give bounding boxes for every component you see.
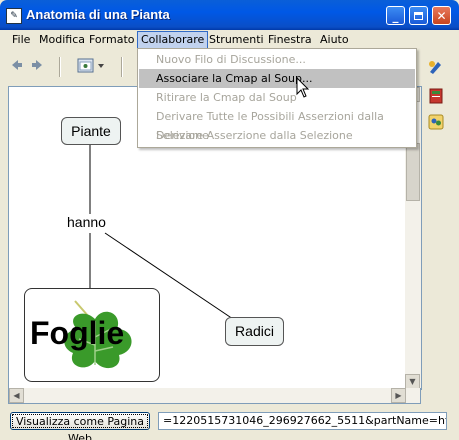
edit-tools-icon[interactable] bbox=[428, 59, 444, 75]
minimize-button[interactable]: _ bbox=[386, 6, 405, 25]
application-window: ✎ Anatomia di una Pianta _ ✕ File Modifi… bbox=[0, 0, 459, 440]
menu-item-derivare-tutte[interactable]: Derivare Tutte le Possibili Asserzioni d… bbox=[139, 107, 415, 142]
collaborators-icon[interactable] bbox=[428, 114, 444, 130]
back-arrow-icon[interactable] bbox=[9, 58, 23, 76]
book-icon[interactable] bbox=[428, 88, 444, 104]
title-bar[interactable]: ✎ Anatomia di una Pianta _ ✕ bbox=[0, 0, 459, 30]
status-bar: Visualizza come Pagina Web =122051573104… bbox=[0, 406, 459, 440]
linking-phrase-hanno[interactable]: hanno bbox=[67, 214, 106, 230]
foglie-label: Foglie bbox=[30, 315, 125, 351]
forward-arrow-icon[interactable] bbox=[31, 58, 45, 76]
menu-formato[interactable]: Formato bbox=[86, 32, 138, 48]
menu-collaborare[interactable]: Collaborare bbox=[137, 31, 209, 49]
url-field[interactable]: =1220515731046_296927662_5511&partName=h… bbox=[158, 412, 447, 430]
scroll-down-icon[interactable]: ▼ bbox=[405, 374, 420, 389]
vertical-scroll-thumb[interactable] bbox=[406, 143, 420, 201]
view-mode-icon[interactable] bbox=[77, 57, 107, 79]
window-title: Anatomia di una Pianta bbox=[26, 7, 170, 22]
mouse-cursor-icon bbox=[296, 77, 310, 98]
menu-finestra[interactable]: Finestra bbox=[265, 32, 315, 48]
maximize-button[interactable] bbox=[409, 6, 428, 25]
horizontal-scrollbar[interactable]: ◀ ▶ bbox=[8, 388, 421, 404]
menu-strumenti[interactable]: Strumenti bbox=[206, 32, 267, 48]
concept-node-radici[interactable]: Radici bbox=[225, 317, 284, 346]
menu-modifica[interactable]: Modifica bbox=[36, 32, 88, 48]
toolbar-separator-2 bbox=[121, 57, 123, 77]
maximize-icon bbox=[414, 12, 423, 20]
concept-node-foglie[interactable]: Foglie bbox=[24, 288, 160, 382]
menu-item-associare-cmap[interactable]: Associare la Cmap al Soup... bbox=[139, 69, 415, 88]
menu-aiuto[interactable]: Aiuto bbox=[317, 32, 352, 48]
collaborare-dropdown-menu: Nuovo Filo di Discussione... Associare l… bbox=[137, 48, 417, 148]
menu-file[interactable]: File bbox=[9, 32, 33, 48]
scroll-left-icon[interactable]: ◀ bbox=[9, 388, 24, 403]
menu-item-ritirare-cmap[interactable]: Ritirare la Cmap dal Soup bbox=[139, 88, 415, 107]
menu-bar: File Modifica Formato Collaborare Strume… bbox=[3, 30, 456, 49]
view-as-web-page-button[interactable]: Visualizza come Pagina Web bbox=[10, 412, 150, 440]
toolbar-separator bbox=[59, 57, 61, 77]
scroll-right-icon[interactable]: ▶ bbox=[391, 388, 406, 403]
close-button[interactable]: ✕ bbox=[432, 6, 451, 25]
menu-item-nuovo-filo[interactable]: Nuovo Filo di Discussione... bbox=[139, 50, 415, 69]
concept-node-piante[interactable]: Piante bbox=[61, 117, 121, 145]
menu-item-derivare-asserzione[interactable]: Derivare Asserzione dalla Selezione bbox=[139, 126, 415, 145]
app-icon: ✎ bbox=[6, 8, 22, 24]
